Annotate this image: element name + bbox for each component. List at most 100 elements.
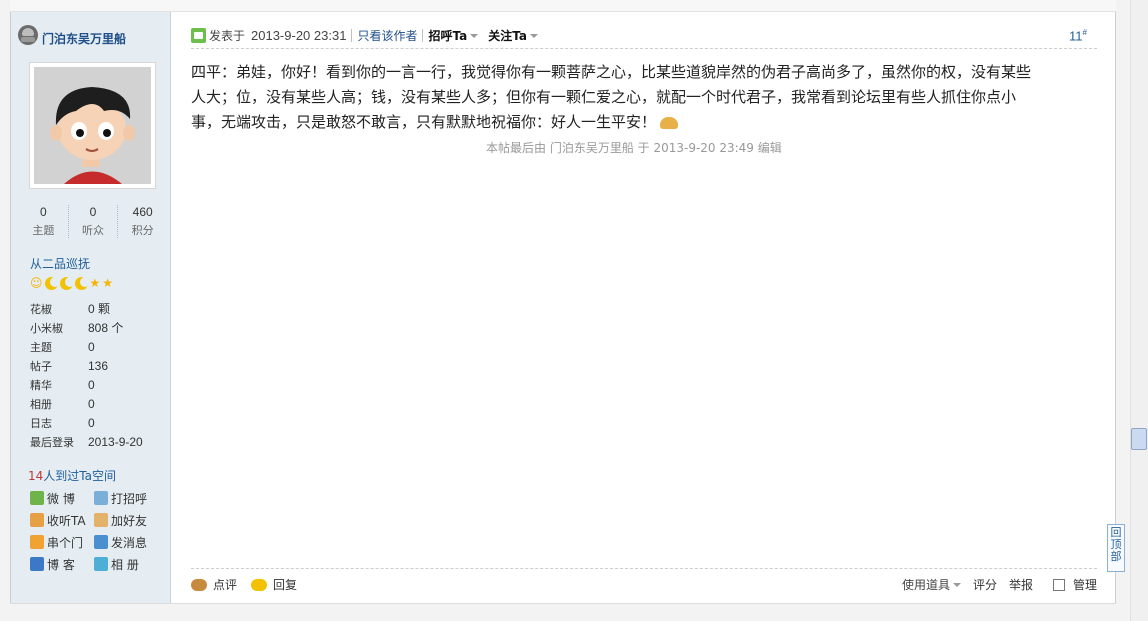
- send-message-button[interactable]: 发消息: [94, 534, 164, 550]
- comment-icon: [191, 578, 207, 591]
- info-key: 花椒: [30, 302, 52, 316]
- manage-checkbox[interactable]: [1052, 578, 1065, 591]
- chevron-down-icon: [470, 33, 479, 38]
- envelope-icon: [94, 535, 108, 549]
- greet-button[interactable]: 打招呼: [94, 490, 164, 506]
- tools-label: 使用道具: [901, 578, 950, 592]
- info-value: 0 颗: [88, 302, 111, 316]
- info-key: 帖子: [30, 359, 52, 373]
- action-label: 收听TA: [47, 513, 86, 528]
- info-row: 小米椒 808 个: [30, 318, 170, 337]
- posted-label: 发表于: [209, 29, 246, 43]
- post-text-line: 四平：弟娃，你好！看到你的一言一行，我觉得你有一颗菩萨之心，比某些道貌岸然的伪君…: [191, 63, 1032, 81]
- post-text-line-last: 事，无端攻击，只是敢怒不敢言，只有默默地祝福你：好人一生平安！: [191, 110, 1101, 135]
- stat-label: 积分: [131, 224, 154, 237]
- avatar-image: [34, 67, 151, 184]
- post-body: 四平：弟娃，你好！看到你的一言一行，我觉得你有一颗菩萨之心，比某些道貌岸然的伪君…: [191, 60, 1101, 135]
- star-icon: ★: [102, 276, 114, 290]
- album-icon: [94, 557, 108, 571]
- info-row: 主题 0: [30, 337, 170, 356]
- action-label: 打招呼: [111, 491, 148, 506]
- score-button[interactable]: 评分: [973, 576, 997, 593]
- report-button[interactable]: 举报: [1009, 576, 1033, 593]
- space-visitors-link[interactable]: 14人到过Ta空间: [28, 467, 116, 484]
- floor-mark: #: [1082, 28, 1087, 37]
- author-info-list: 花椒 0 颗 小米椒 808 个 主题 0 帖子 136 精华 0 相册 0 日志 0 最后登…: [30, 299, 170, 451]
- moon-icon: [44, 277, 60, 290]
- stat-points[interactable]: 460 积分: [118, 205, 167, 238]
- edit-note: 本帖最后由 门泊东吴万里船 于 2013-9-20 23:49 编辑: [486, 141, 782, 155]
- handshake-icon: [94, 513, 108, 527]
- next-post-edge: [10, 603, 1116, 621]
- post-text-line: 人大；位，没有某些人高；钱，没有某些人多；但你有一颗仁爱之心，就配一个时代君子，…: [191, 88, 1017, 106]
- author-sidebar: 门泊东吴万里船 0 主题 0 听众 460 积分 从二品巡抚 ☺ ★ ★ 花椒 …: [11, 12, 171, 603]
- use-tools-dropdown[interactable]: 使用道具: [902, 576, 961, 593]
- user-icon: [18, 25, 38, 45]
- reply-button[interactable]: 回复: [251, 576, 297, 593]
- cartoon-boy-avatar-icon: [34, 67, 151, 184]
- add-friend-button[interactable]: 加好友: [94, 512, 164, 528]
- info-value: 0: [88, 377, 95, 392]
- manage-toggle[interactable]: 管理: [1052, 576, 1097, 593]
- follow-dropdown[interactable]: 关注Ta: [488, 27, 538, 44]
- stat-label: 主题: [32, 224, 55, 237]
- action-label: 微 博: [47, 491, 75, 506]
- info-key: 相册: [30, 397, 52, 411]
- info-key: 主题: [30, 340, 52, 354]
- floor-value: 11: [1069, 28, 1083, 44]
- visitor-count: 14: [28, 469, 44, 483]
- greet-dropdown[interactable]: 招呼Ta: [428, 27, 479, 44]
- stat-value: 460: [132, 205, 153, 219]
- info-value: 2013-9-20: [88, 434, 143, 449]
- back-to-top-button[interactable]: 回顶部: [1107, 524, 1125, 572]
- action-label: 相 册: [111, 557, 139, 572]
- info-row: 花椒 0 颗: [30, 299, 170, 318]
- weibo-button[interactable]: 微 博: [30, 490, 94, 506]
- stat-listeners[interactable]: 0 听众: [69, 205, 119, 238]
- floor-number[interactable]: 11#: [1069, 28, 1087, 43]
- blog-button[interactable]: 博 客: [30, 556, 94, 572]
- author-name[interactable]: 门泊东吴万里船: [42, 30, 126, 47]
- listen-button[interactable]: 收听TA: [30, 512, 94, 528]
- author-row: 门泊东吴万里船: [18, 24, 126, 46]
- moon-icon: [74, 277, 90, 290]
- visitor-text: 人到过Ta空间: [43, 469, 116, 483]
- action-label: 串个门: [47, 535, 84, 550]
- post-footer-tools: 使用道具 评分 举报 管理: [902, 576, 1097, 593]
- sun-icon: ☺: [30, 276, 43, 290]
- reply-icon: [251, 578, 268, 591]
- info-row: 相册 0: [30, 394, 170, 413]
- info-key: 小米椒: [30, 321, 63, 335]
- action-label: 加好友: [111, 513, 148, 528]
- info-value: 0: [88, 396, 95, 411]
- only-author-link[interactable]: 只看该作者: [357, 27, 417, 44]
- stat-label: 听众: [82, 224, 104, 237]
- blog-icon: [30, 557, 44, 571]
- post-date: 2013-9-20 23:31: [251, 28, 347, 43]
- handshake-emoji-icon: [660, 116, 679, 129]
- rate-comment-button[interactable]: 点评: [191, 576, 237, 593]
- listen-icon: [30, 513, 44, 527]
- house-icon: [30, 535, 44, 549]
- post-footer: 点评 回复 使用道具 评分 举报 管理: [191, 568, 1097, 600]
- action-label: 博 客: [47, 557, 75, 572]
- avatar[interactable]: [29, 62, 156, 189]
- rank-title[interactable]: 从二品巡抚: [30, 255, 90, 272]
- info-key: 日志: [30, 416, 52, 430]
- author-actions: 微 博 打招呼 收听TA 加好友 串个门 发消息 博 客 相 册: [30, 490, 170, 572]
- vertical-scrollbar[interactable]: [1130, 0, 1148, 621]
- greet-label: 招呼Ta: [428, 29, 468, 43]
- weibo-icon: [30, 491, 44, 505]
- stat-threads[interactable]: 0 主题: [19, 205, 69, 238]
- previous-post-edge: [10, 0, 1116, 12]
- rate-label: 点评: [213, 578, 238, 592]
- scrollbar-thumb[interactable]: [1131, 428, 1147, 450]
- info-value: 808 个: [88, 321, 124, 335]
- chevron-down-icon: [529, 33, 538, 38]
- visit-space-button[interactable]: 串个门: [30, 534, 94, 550]
- moon-icon: [59, 277, 75, 290]
- chevron-down-icon: [952, 582, 961, 587]
- manage-label: 管理: [1072, 578, 1097, 592]
- author-stats: 0 主题 0 听众 460 积分: [19, 205, 167, 238]
- album-button[interactable]: 相 册: [94, 556, 164, 572]
